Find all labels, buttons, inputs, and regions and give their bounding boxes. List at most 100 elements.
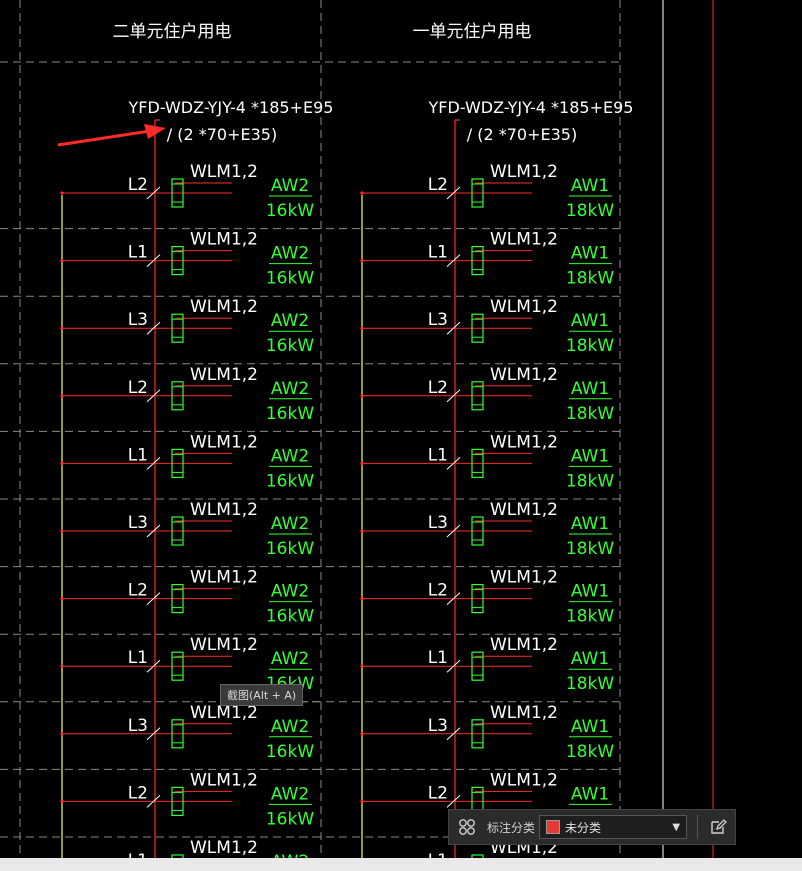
circuit-row[interactable]: L2 WLM1,2 AW1 18kW (360, 162, 614, 221)
power-label: 18kW (566, 674, 614, 694)
column-header: 二单元住户用电 (113, 22, 232, 42)
phase-label: L3 (428, 716, 448, 736)
circuit-label: WLM1,2 (490, 162, 558, 182)
circuit-label: WLM1,2 (490, 703, 558, 723)
circuit-label: WLM1,2 (190, 635, 258, 655)
circuit-label: WLM1,2 (490, 297, 558, 317)
circuit-row[interactable]: L3 WLM1,2 AW1 18kW (300, 498, 620, 559)
feeder-column-2: 一单元住户用电 YFD-WDZ-YJY-4 *185+E95 / (2 *70+E3… (300, 22, 633, 871)
load-label: AW1 (571, 649, 609, 669)
circuit-row[interactable]: L3 WLM1,2 AW1 18kW (300, 295, 620, 356)
load-label: AW1 (571, 446, 609, 466)
load-label: AW1 (571, 717, 609, 737)
power-label: 16kW (266, 404, 314, 424)
circuit-row[interactable]: L3WLM1,2AW216kW (0, 498, 320, 559)
load-label: AW2 (271, 379, 309, 399)
circuit-row[interactable]: L2 WLM1,2 AW1 18kW (300, 566, 620, 627)
circuit-row[interactable]: L2 WLM1,2 AW2 16kW (0, 768, 320, 829)
phase-label: L3 (128, 716, 148, 736)
phase-label: L2 (428, 783, 448, 803)
phase-label: L1 (428, 445, 448, 465)
phase-label: L2 (128, 378, 148, 398)
circuit-row[interactable]: L2 WLM1,2 AW1 18kW (300, 363, 620, 424)
edit-icon[interactable] (704, 813, 732, 841)
circuit-row[interactable]: L1 WLM1,2 AW1 18kW (300, 633, 620, 694)
circuit-row[interactable]: L2 WLM1,2 AW2 16kW (0, 363, 320, 424)
circuit-label: WLM1,2 (190, 162, 258, 182)
circuit-label: WLM1,2 (190, 568, 258, 588)
load-label: AW1 (571, 784, 609, 804)
load-label: AW1 (571, 379, 609, 399)
circuit-row[interactable]: L1 WLM1,2 AW2 16kW (0, 228, 320, 289)
power-label: 16kW (266, 336, 314, 356)
circuit-row[interactable]: L2 WLM1,2 AW2 16kW (0, 566, 320, 627)
circuit-label: WLM1,2 (190, 297, 258, 317)
circuit-label: WLM1,2 (190, 838, 258, 858)
load-label: AW2 (271, 649, 309, 669)
circuit-label: WLM1,2 (490, 500, 558, 520)
circuit-row[interactable]: L1 WLM1,2 AW1 18kW (300, 228, 620, 289)
power-label: 16kW (266, 809, 314, 829)
load-label: AW2 (271, 514, 309, 534)
power-label: 16kW (266, 539, 314, 559)
power-label: 18kW (566, 471, 614, 491)
phase-label: L2 (128, 783, 148, 803)
power-label: 16kW (266, 201, 314, 221)
cable-spec: YFD-WDZ-YJY-4 *185+E95 (128, 98, 334, 117)
circuit-label: WLM1,2 (190, 365, 258, 385)
annotation-arrow (57, 124, 166, 147)
category-select[interactable]: 未分类 ▼ (539, 815, 688, 839)
annotation-toolbar: 标注分类 未分类 ▼ (448, 809, 736, 845)
screenshot-tooltip: 截图(Alt + A) (220, 684, 304, 706)
cable-spec: YFD-WDZ-YJY-4 *185+E95 (428, 98, 634, 117)
power-label: 18kW (566, 742, 614, 762)
circuit-label: WLM1,2 (190, 770, 258, 790)
circuit-label: WLM1,2 (190, 432, 258, 452)
power-label: 16kW (266, 742, 314, 762)
power-label: 16kW (266, 269, 314, 289)
power-label: 18kW (566, 269, 614, 289)
category-selected-value: 未分类 (565, 820, 602, 835)
phase-label: L1 (128, 445, 148, 465)
load-label: AW2 (271, 311, 309, 331)
load-label: AW2 (271, 784, 309, 804)
circuit-row[interactable]: L2 WLM1,2 AW2 16kW (60, 162, 314, 221)
circuit-row[interactable]: L3WLM1,2AW216kW (0, 701, 320, 762)
circuit-label: WLM1,2 (490, 770, 558, 790)
circuit-row[interactable]: L3WLM1,2AW216kW (0, 295, 320, 356)
circuit-row[interactable]: L1 WLM1,2 AW2 16kW (0, 430, 320, 491)
power-label: 16kW (266, 607, 314, 627)
phase-label: L3 (128, 513, 148, 533)
power-label: 16kW (266, 471, 314, 491)
phase-label: L2 (428, 378, 448, 398)
toolbar-divider (697, 815, 699, 839)
load-label: AW1 (571, 244, 609, 264)
circuit-label: WLM1,2 (490, 635, 558, 655)
circuit-label: WLM1,2 (190, 230, 258, 250)
phase-label: L2 (128, 581, 148, 601)
cable-spec-sub: / (2 *70+E35) (167, 125, 277, 144)
category-label: 标注分类 (487, 820, 536, 835)
circuit-label: WLM1,2 (490, 230, 558, 250)
power-label: 18kW (566, 201, 614, 221)
status-strip (0, 858, 802, 871)
power-label: 18kW (566, 404, 614, 424)
load-label: AW2 (271, 244, 309, 264)
circuit-row[interactable]: L1 WLM1,2 AW1 18kW (300, 430, 620, 491)
cable-spec-sub: / (2 *70+E35) (467, 125, 577, 144)
load-label: AW2 (271, 717, 309, 737)
grid-icon[interactable] (453, 813, 481, 841)
phase-label: L1 (128, 243, 148, 263)
phase-label: L1 (428, 648, 448, 668)
phase-label: L2 (428, 175, 448, 195)
cad-drawing-canvas[interactable]: 二单元住户用电 YFD-WDZ-YJY-4 *185+E95 / (2 *70+E3… (0, 0, 802, 871)
power-label: 18kW (566, 336, 614, 356)
phase-label: L1 (128, 648, 148, 668)
circuit-row[interactable]: L3 WLM1,2 AW1 18kW (300, 701, 620, 762)
load-label: AW2 (271, 176, 309, 196)
category-color-swatch (546, 820, 561, 834)
load-label: AW1 (571, 582, 609, 602)
circuit-label: WLM1,2 (490, 365, 558, 385)
load-label: AW1 (571, 176, 609, 196)
phase-label: L3 (428, 310, 448, 330)
